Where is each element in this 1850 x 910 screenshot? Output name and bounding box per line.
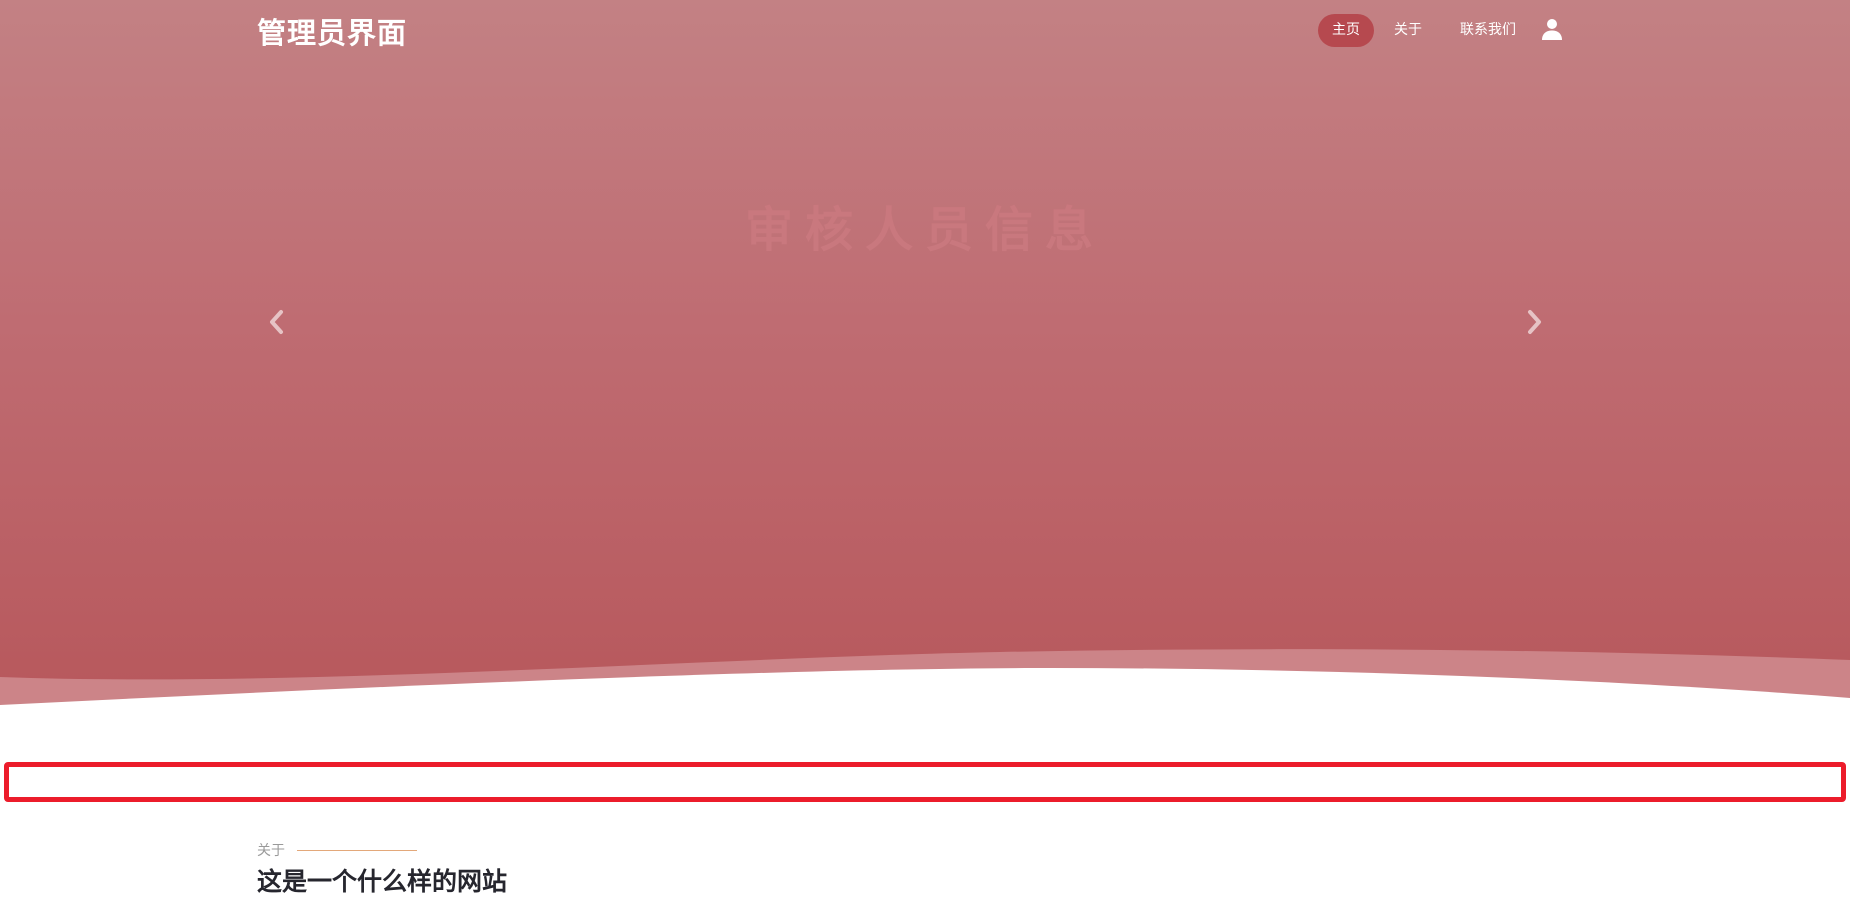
about-kicker-label: 关于 [257,843,285,859]
nav-item-about[interactable]: 关于 [1380,14,1436,47]
kicker-divider [297,849,417,851]
chevron-right-icon [1528,310,1541,334]
carousel-next-button[interactable] [1519,302,1549,342]
carousel-prev-button[interactable] [262,302,292,342]
nav-item-home[interactable]: 主页 [1318,14,1374,47]
nav-item-contact[interactable]: 联系我们 [1446,14,1530,47]
hero-wave-divider [0,649,1850,720]
chevron-left-icon [270,310,283,334]
highlighted-empty-bar [4,762,1846,802]
about-kicker: 关于 [257,840,417,860]
site-brand[interactable]: 管理员界面 [257,10,407,52]
about-heading: 这是一个什么样的网站 [257,867,508,896]
hero-title: 审核人员信息 [744,202,1105,258]
user-icon[interactable] [1540,17,1564,45]
hero-banner: 管理员界面 主页 关于 联系我们 审核人员信息 [0,0,1850,720]
main-nav: 主页 关于 联系我们 [1318,14,1564,47]
